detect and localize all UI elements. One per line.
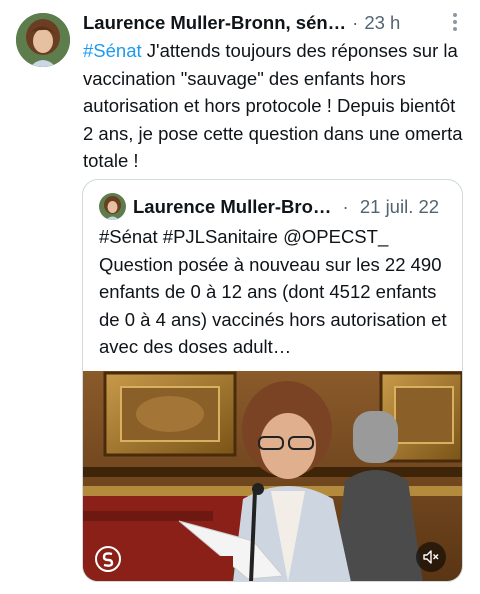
public-senat-logo [95,546,121,572]
author-name[interactable]: Laurence Muller-Bronn, sén… [83,11,346,35]
hashtag-link[interactable]: #Sénat [83,40,142,61]
quoted-video[interactable] [83,371,462,581]
quoted-text: #Sénat #PJLSanitaire @OPECST_ Question p… [99,226,447,357]
quoted-separator-dot: · [342,196,349,217]
more-vertical-icon[interactable] [452,12,458,32]
tweet-text: #Sénat J'attends toujours des réponses s… [83,37,463,175]
quoted-date[interactable]: 21 juil. 22 [360,196,439,217]
author-avatar[interactable] [16,13,70,67]
quoted-author-name[interactable]: Laurence Muller-Bro… [133,196,331,217]
quoted-author-avatar[interactable] [99,193,126,220]
video-frame [83,371,462,581]
quoted-tweet[interactable]: Laurence Muller-Bro… · 21 juil. 22 #Séna… [82,179,463,582]
tweet-header: Laurence Muller-Bronn, sén… · 23 h [83,11,466,35]
tweet-time[interactable]: 23 h [364,11,400,35]
quoted-header: Laurence Muller-Bro… · 21 juil. 22 [133,193,439,220]
separator-dot: · [352,12,359,33]
volume-muted-icon[interactable] [416,542,446,572]
